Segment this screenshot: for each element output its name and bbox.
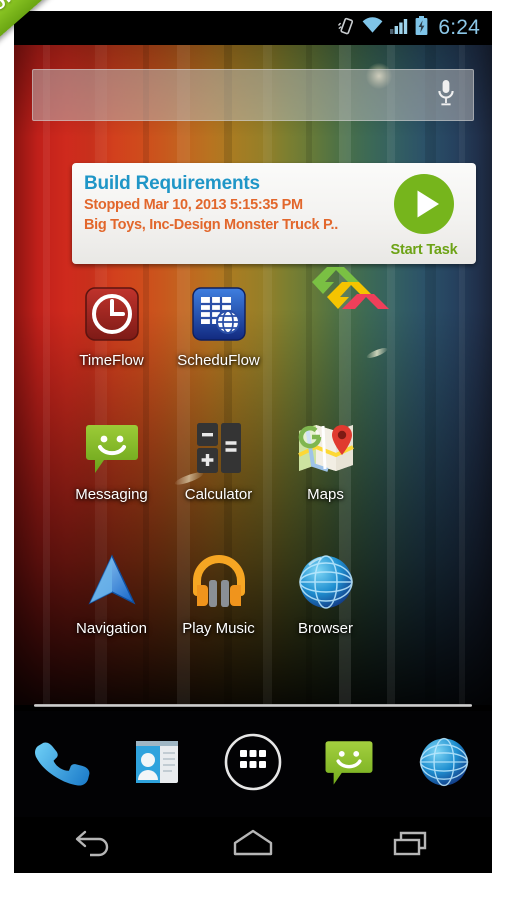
dock-item-app-drawer[interactable] — [205, 732, 301, 797]
maps-icon — [295, 417, 357, 479]
navigation-icon — [81, 551, 143, 613]
calculator-icon — [188, 417, 250, 479]
google-search-bar[interactable] — [32, 69, 474, 121]
browser-icon — [416, 734, 472, 795]
home-icon — [230, 828, 276, 863]
navigation-bar — [14, 817, 492, 873]
app-timeflow[interactable]: TimeFlow — [58, 283, 165, 369]
app-row-2: Messaging Calculator Maps — [14, 417, 492, 503]
task-widget[interactable]: Build Requirements Stopped Mar 10, 2013 … — [72, 163, 476, 264]
dock-item-contacts[interactable] — [110, 735, 206, 794]
play-icon — [393, 173, 455, 240]
start-task-label: Start Task — [390, 242, 458, 258]
app-browser[interactable]: Browser — [272, 551, 379, 637]
app-label: ScheduFlow — [177, 352, 260, 369]
phone-icon — [34, 734, 90, 795]
wifi-icon — [362, 17, 383, 39]
dock-item-phone[interactable] — [14, 734, 110, 795]
app-row-1: TimeFlow ScheduFlow — [14, 283, 492, 369]
nav-home-button[interactable] — [173, 828, 332, 863]
task-widget-status: Stopped Mar 10, 2013 5:15:35 PM — [84, 196, 303, 213]
messaging-icon — [81, 417, 143, 479]
nav-recents-button[interactable] — [333, 828, 492, 863]
app-label: Navigation — [76, 620, 147, 637]
timeflow-icon — [81, 283, 143, 345]
app-scheduflow[interactable]: ScheduFlow — [165, 283, 272, 369]
back-icon — [72, 828, 116, 863]
app-label: Play Music — [182, 620, 255, 637]
app-label: Calculator — [184, 486, 253, 503]
dock-divider — [34, 704, 472, 707]
play-music-icon — [188, 551, 250, 613]
dock-item-messaging[interactable] — [301, 734, 397, 795]
signal-icon — [390, 17, 408, 39]
vibrate-icon — [338, 16, 355, 41]
app-label: Maps — [307, 486, 344, 503]
dock-item-browser[interactable] — [396, 734, 492, 795]
app-maps[interactable]: Maps — [272, 417, 379, 503]
app-label: Browser — [297, 620, 353, 637]
app-play-music[interactable]: Play Music — [165, 551, 272, 637]
phone-screenshot: 6:24 Build Requirements Stopped Mar 10, … — [14, 11, 492, 873]
app-label: Messaging — [75, 486, 148, 503]
task-widget-title: Build Requirements — [84, 173, 260, 194]
microphone-icon[interactable] — [435, 78, 457, 113]
task-widget-detail: Big Toys, Inc-Design Monster Truck P.. — [84, 217, 338, 234]
scheduflow-icon — [188, 283, 250, 345]
nav-back-button[interactable] — [14, 828, 173, 863]
app-row-3: Navigation Play Music Browser — [14, 551, 492, 637]
task-widget-text: Build Requirements Stopped Mar 10, 2013 … — [72, 163, 372, 264]
recents-icon — [390, 828, 434, 863]
dock — [14, 711, 492, 817]
messaging-icon — [321, 734, 377, 795]
app-label: TimeFlow — [79, 352, 144, 369]
contacts-icon — [130, 735, 184, 794]
app-navigation[interactable]: Navigation — [58, 551, 165, 637]
browser-icon — [295, 551, 357, 613]
app-calculator[interactable]: Calculator — [165, 417, 272, 503]
status-bar-clock: 6:24 — [438, 16, 480, 39]
app-messaging[interactable]: Messaging — [58, 417, 165, 503]
status-bar: 6:24 — [14, 11, 492, 45]
start-task-button[interactable]: Start Task — [372, 163, 476, 264]
battery-charging-icon — [415, 15, 428, 41]
app-drawer-icon — [223, 732, 283, 797]
